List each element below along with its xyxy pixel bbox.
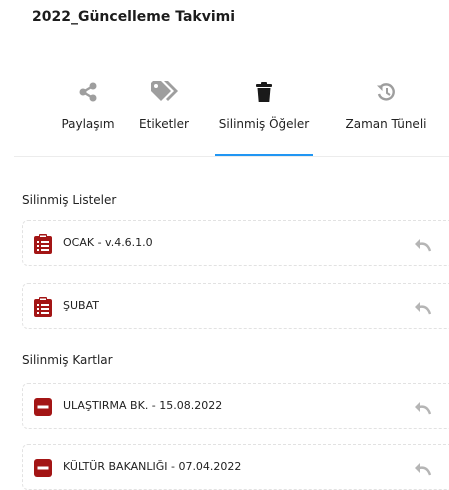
tab-label: Zaman Tüneli [345,117,427,131]
minus-square-icon [34,397,52,417]
tab-share[interactable]: Paylaşım [48,76,128,156]
deleted-list-item: OCAK - v.4.6.1.0 [22,220,449,266]
share-icon [79,76,97,102]
deleted-cards-title: Silinmiş Kartlar [22,353,113,367]
deleted-card-item: KÜLTÜR BAKANLIĞI - 07.04.2022 [22,444,449,490]
history-icon [376,76,396,102]
tab-label: Paylaşım [61,117,115,131]
tab-bar: Paylaşım Etiketler Silinmiş Öğeler Zaman… [0,76,449,156]
restore-icon[interactable] [414,300,432,315]
tab-deleted-items[interactable]: Silinmiş Öğeler [215,76,313,156]
list-item-label: ŞUBAT [63,299,99,312]
minus-square-icon [34,458,52,478]
tab-timeline[interactable]: Zaman Tüneli [331,76,441,156]
tab-tags[interactable]: Etiketler [124,76,204,156]
tags-icon [149,76,179,102]
tab-label: Etiketler [139,117,189,131]
restore-icon[interactable] [414,237,432,252]
deleted-lists-title: Silinmiş Listeler [22,193,117,207]
restore-icon[interactable] [414,461,432,476]
tab-label: Silinmiş Öğeler [218,117,310,131]
clipboard-list-icon [34,297,52,317]
restore-icon[interactable] [414,400,432,415]
clipboard-list-icon [34,234,52,254]
tabs-divider [14,156,449,157]
trash-icon [256,76,272,102]
page-title: 2022_Güncelleme Takvimi [32,9,236,25]
deleted-card-item: ULAŞTIRMA BK. - 15.08.2022 [22,383,449,429]
card-item-label: KÜLTÜR BAKANLIĞI - 07.04.2022 [63,460,242,473]
card-item-label: ULAŞTIRMA BK. - 15.08.2022 [63,399,223,412]
list-item-label: OCAK - v.4.6.1.0 [63,236,153,249]
deleted-list-item: ŞUBAT [22,283,449,329]
